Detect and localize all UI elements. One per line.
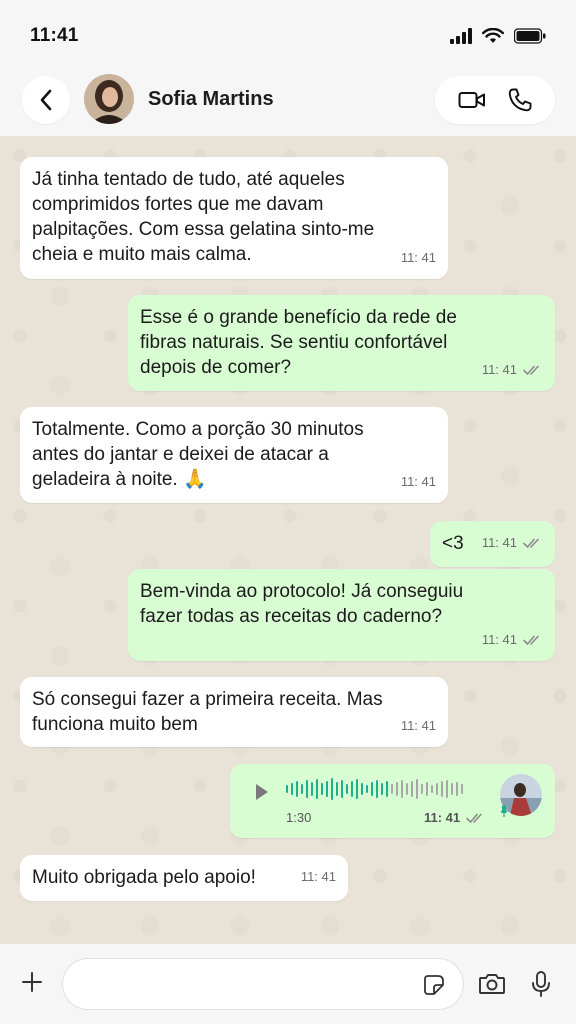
message-text: Só consegui fazer a primeira receita. Ma… xyxy=(32,689,383,735)
waveform-bar xyxy=(386,781,388,797)
waveform-bar xyxy=(331,778,333,800)
waveform-bar xyxy=(291,783,293,795)
message-text: Já tinha tentado de tudo, até aqueles co… xyxy=(32,169,375,265)
waveform-bar xyxy=(416,779,418,799)
waveform-bar xyxy=(411,781,413,797)
message-time: 11: 41 xyxy=(400,250,436,265)
camera-icon[interactable] xyxy=(478,972,506,996)
double-check-icon xyxy=(523,365,539,375)
chevron-left-icon xyxy=(40,89,52,111)
message-text: Muito obrigada pelo apoio! xyxy=(32,867,256,888)
message-bubble-outgoing[interactable]: Esse é o grande benefício da rede de fib… xyxy=(128,295,555,391)
message-input[interactable] xyxy=(81,971,411,999)
message-meta: 11: 41 xyxy=(401,713,436,738)
waveform-bar xyxy=(451,783,453,795)
message-bubble-incoming[interactable]: Já tinha tentado de tudo, até aqueles co… xyxy=(20,157,448,279)
call-buttons xyxy=(435,76,555,124)
message-bubble-incoming[interactable]: Só consegui fazer a primeira receita. Ma… xyxy=(20,677,448,747)
status-icons xyxy=(450,28,546,44)
message-text: Totalmente. Como a porção 30 minutos ant… xyxy=(32,419,364,490)
waveform-bar xyxy=(461,784,463,794)
double-check-icon xyxy=(523,538,539,548)
chat-header: Sofia Martins xyxy=(0,72,576,136)
waveform-bar xyxy=(376,780,378,798)
message-meta: 11: 41 xyxy=(301,864,336,889)
double-check-icon xyxy=(523,635,539,645)
waveform-bar xyxy=(301,784,303,794)
avatar[interactable] xyxy=(84,74,134,124)
wifi-icon xyxy=(482,28,504,43)
waveform-bar xyxy=(296,781,298,797)
status-time: 11:41 xyxy=(30,25,79,46)
video-call-icon[interactable] xyxy=(458,90,486,110)
message-meta: 11: 41 xyxy=(482,530,543,555)
waveform-bar xyxy=(421,784,423,794)
message-time: 11: 41 xyxy=(481,632,517,647)
waveform-bar xyxy=(371,782,373,796)
play-icon[interactable] xyxy=(254,782,270,802)
waveform-bar xyxy=(441,781,443,797)
plus-icon[interactable] xyxy=(20,970,44,994)
status-bar: 11:41 xyxy=(0,0,576,72)
chat-area[interactable]: Já tinha tentado de tudo, até aqueles co… xyxy=(0,136,576,944)
waveform-bar xyxy=(316,779,318,799)
waveform-bar xyxy=(381,783,383,795)
waveform-bar xyxy=(351,781,353,797)
contact-photo-icon xyxy=(84,74,134,124)
voice-message-bubble[interactable]: 1:30 11: 41 xyxy=(230,764,555,838)
message-text: Bem-vinda ao protocolo! Já conseguiu faz… xyxy=(140,581,464,627)
double-check-icon xyxy=(466,813,482,823)
waveform-bar xyxy=(446,780,448,798)
message-time: 11: 41 xyxy=(481,362,517,377)
waveform-bar xyxy=(336,782,338,796)
waveform-bar xyxy=(426,782,428,796)
voice-time: 11: 41 xyxy=(424,810,461,825)
contact-name[interactable]: Sofia Martins xyxy=(148,88,274,111)
message-bubble-outgoing[interactable]: Bem-vinda ao protocolo! Já conseguiu faz… xyxy=(128,569,555,661)
message-time: 11: 41 xyxy=(400,474,436,489)
waveform-bar xyxy=(431,785,433,793)
waveform-bar xyxy=(346,784,348,794)
waveform-bar xyxy=(406,783,408,795)
input-bar xyxy=(0,944,576,1024)
message-bubble-outgoing[interactable]: <3 11: 41 xyxy=(430,521,555,567)
waveform-bar xyxy=(306,780,308,798)
waveform-bar xyxy=(361,783,363,795)
waveform-bar xyxy=(366,785,368,793)
message-bubble-incoming[interactable]: Totalmente. Como a porção 30 minutos ant… xyxy=(20,407,448,503)
mic-small-icon xyxy=(500,805,508,817)
waveform-bar xyxy=(436,783,438,795)
message-meta: 11: 41 xyxy=(401,469,436,494)
message-time: 11: 41 xyxy=(300,869,336,884)
sticker-icon[interactable] xyxy=(423,974,445,996)
waveform-bar xyxy=(326,781,328,797)
waveform-bar xyxy=(341,780,343,798)
message-meta: 11: 41 xyxy=(482,357,543,382)
voice-duration: 1:30 xyxy=(286,810,312,825)
waveform-bar xyxy=(396,782,398,796)
message-time: 11: 41 xyxy=(400,718,436,733)
phone-call-icon[interactable] xyxy=(507,87,533,113)
message-input-container[interactable] xyxy=(62,958,464,1010)
waveform-bar xyxy=(286,785,288,793)
voice-waveform[interactable] xyxy=(286,778,463,800)
back-button[interactable] xyxy=(22,76,70,124)
signal-icon xyxy=(450,28,472,44)
battery-icon xyxy=(514,28,546,44)
microphone-icon[interactable] xyxy=(530,970,552,998)
voice-meta: 11: 41 xyxy=(424,810,486,825)
message-bubble-incoming[interactable]: Muito obrigada pelo apoio! 11: 41 xyxy=(20,855,348,901)
message-time: 11: 41 xyxy=(481,535,517,550)
waveform-bar xyxy=(356,779,358,799)
waveform-bar xyxy=(391,784,393,794)
message-meta: 11: 41 xyxy=(482,627,543,652)
waveform-bar xyxy=(311,782,313,796)
waveform-bar xyxy=(456,782,458,796)
message-text: <3 xyxy=(442,533,464,554)
waveform-bar xyxy=(401,780,403,798)
message-meta: 11: 41 xyxy=(401,245,436,270)
waveform-bar xyxy=(321,783,323,795)
